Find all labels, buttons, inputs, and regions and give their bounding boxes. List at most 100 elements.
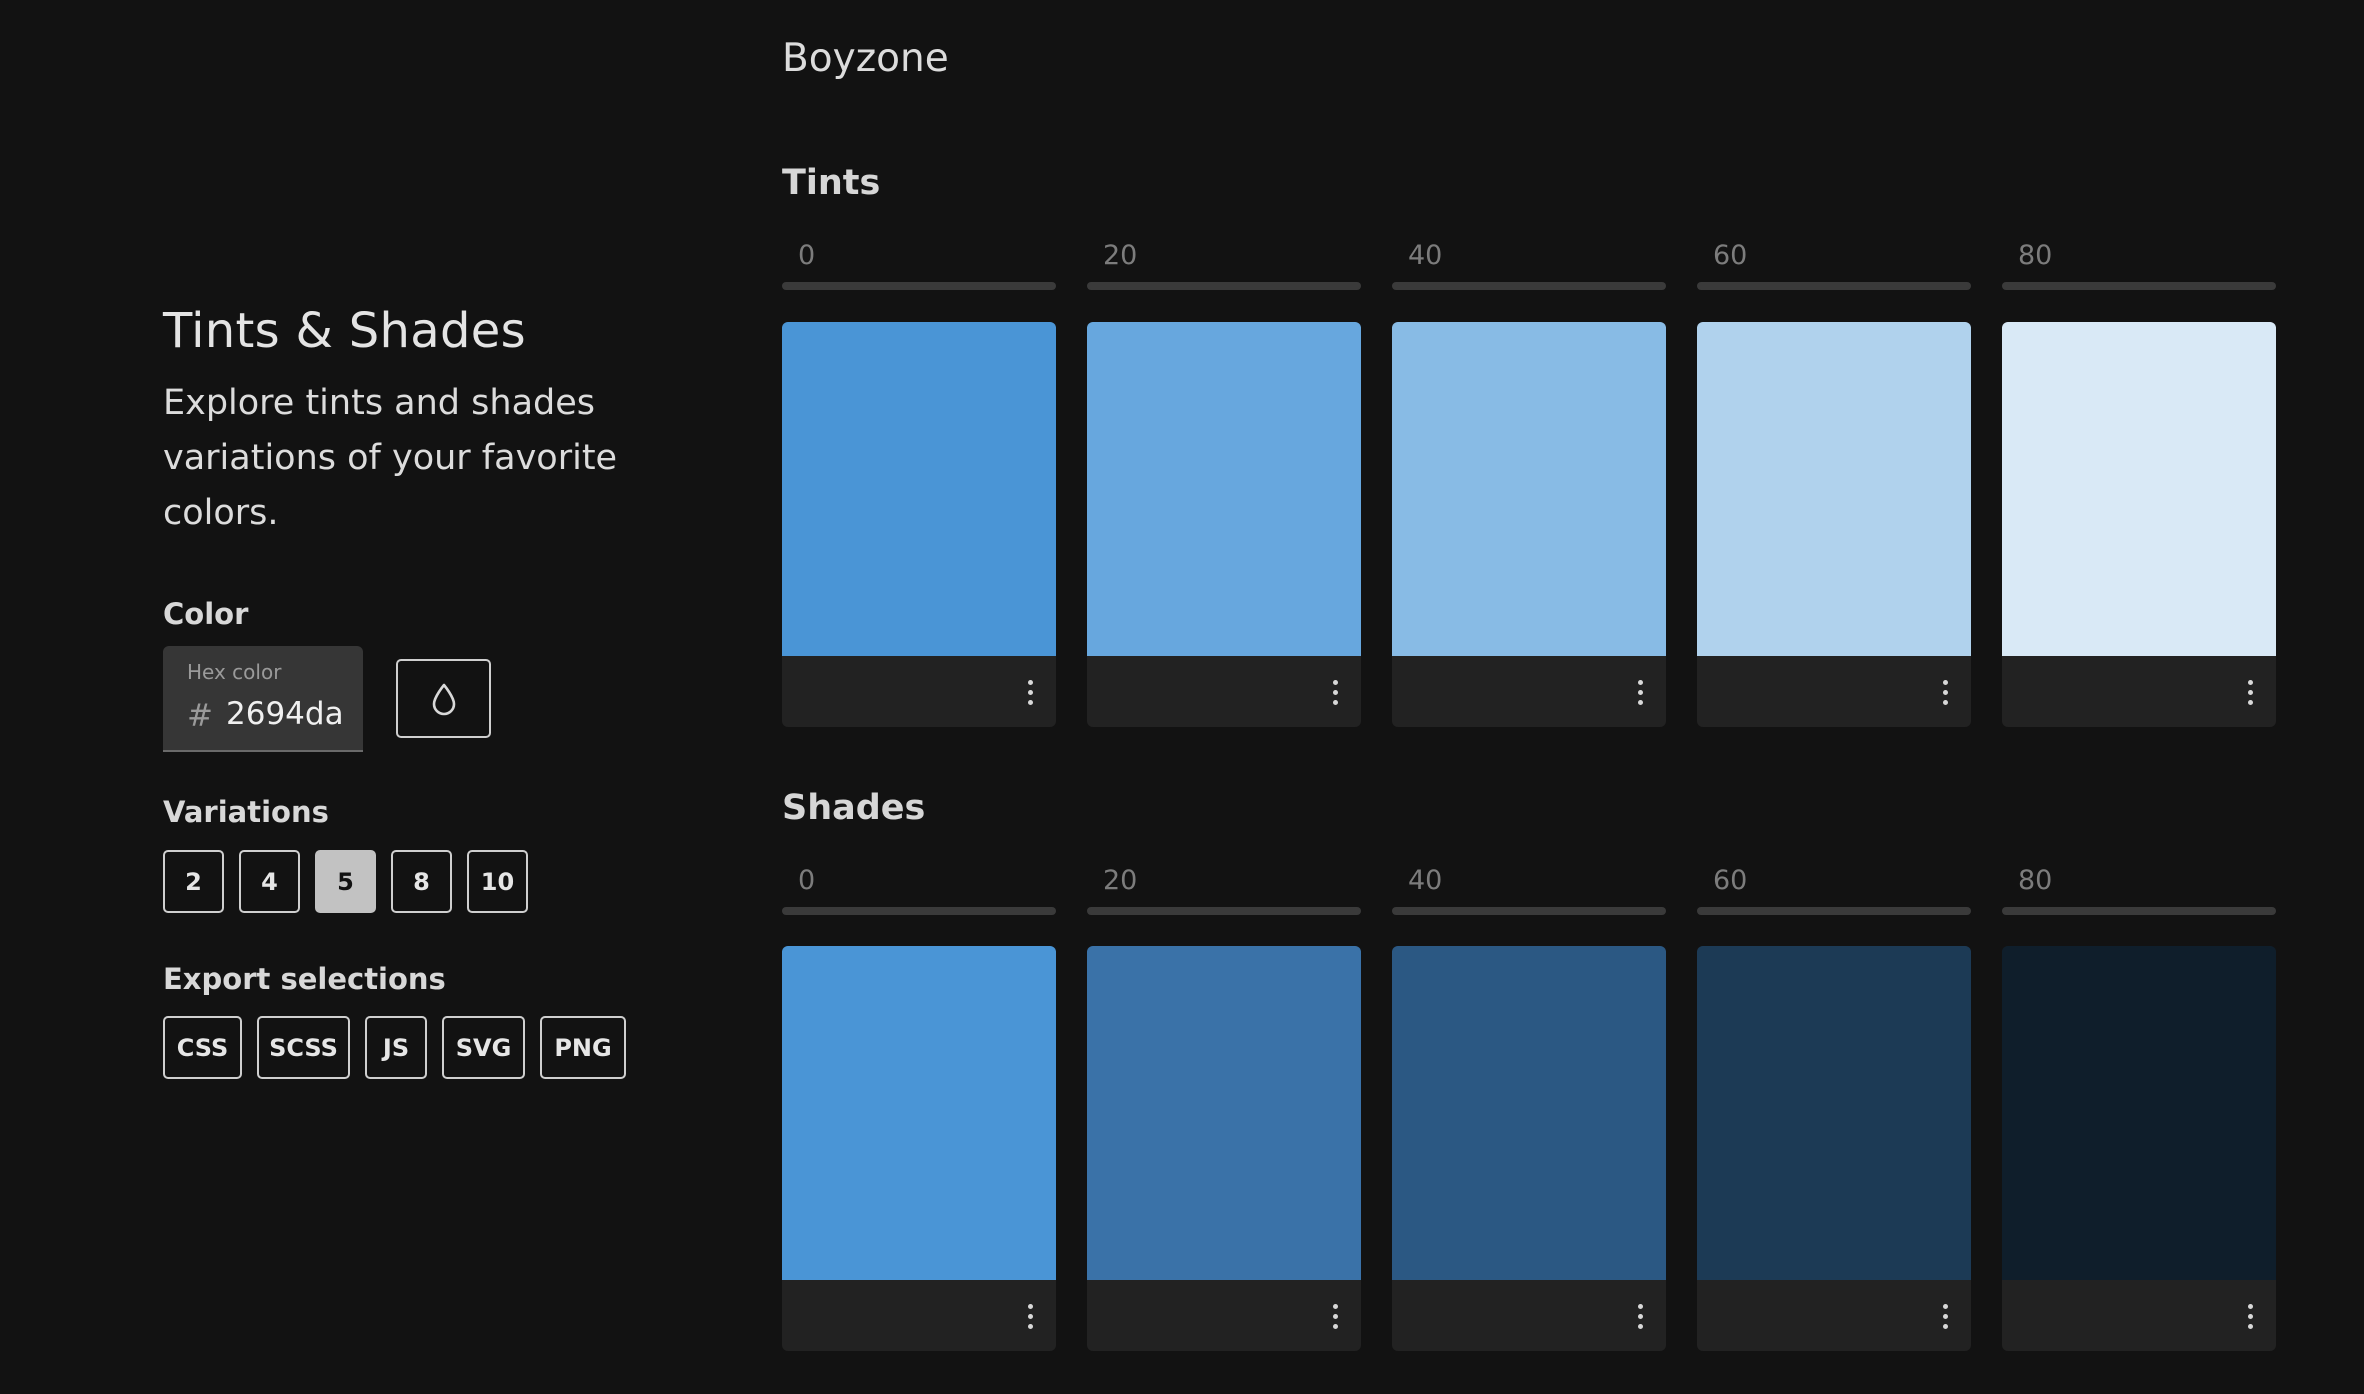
more-vertical-icon[interactable] <box>1939 1304 1951 1332</box>
step-label: 40 <box>1408 240 1443 271</box>
shades-step-20: 20 <box>1087 865 1361 915</box>
step-bar <box>1087 907 1361 915</box>
tints-title: Tints <box>782 163 881 203</box>
more-vertical-icon[interactable] <box>2244 680 2256 708</box>
swatch-color[interactable] <box>1697 946 1971 1280</box>
swatch-color[interactable] <box>1697 322 1971 656</box>
swatch-color[interactable] <box>1087 946 1361 1280</box>
more-vertical-icon[interactable] <box>1329 1304 1341 1332</box>
step-bar <box>1087 282 1361 290</box>
tint-swatch[interactable] <box>2002 322 2276 727</box>
swatch-color[interactable] <box>782 946 1056 1280</box>
hex-prefix: # <box>187 698 213 734</box>
export-button-css[interactable]: CSS <box>163 1016 242 1079</box>
more-vertical-icon[interactable] <box>1329 680 1341 708</box>
step-label: 0 <box>798 865 816 896</box>
export-button-svg[interactable]: SVG <box>442 1016 525 1079</box>
tints-step-20: 20 <box>1087 240 1361 290</box>
shades-title: Shades <box>782 788 926 828</box>
variation-chip-8[interactable]: 8 <box>391 850 452 913</box>
more-vertical-icon[interactable] <box>1939 680 1951 708</box>
tints-scale: 0 20 40 60 80 <box>782 240 2277 290</box>
tints-step-0: 0 <box>782 240 1056 290</box>
swatch-footer <box>782 656 1056 727</box>
palette-name: Boyzone <box>782 36 949 81</box>
step-label: 20 <box>1103 865 1138 896</box>
step-bar <box>1697 282 1971 290</box>
more-vertical-icon[interactable] <box>2244 1304 2256 1332</box>
more-vertical-icon[interactable] <box>1634 680 1646 708</box>
step-label: 0 <box>798 240 816 271</box>
swatch-footer <box>1697 656 1971 727</box>
swatch-color[interactable] <box>782 322 1056 656</box>
step-bar <box>782 907 1056 915</box>
droplet-icon <box>432 683 455 715</box>
tint-swatch[interactable] <box>782 322 1056 727</box>
tints-step-40: 40 <box>1392 240 1666 290</box>
step-label: 60 <box>1713 865 1748 896</box>
export-label: Export selections <box>163 962 446 996</box>
more-vertical-icon[interactable] <box>1024 1304 1036 1332</box>
export-options: CSS SCSS JS SVG PNG <box>163 1016 641 1079</box>
step-bar <box>782 282 1056 290</box>
shade-swatch[interactable] <box>2002 946 2276 1351</box>
shades-swatches <box>782 946 2277 1351</box>
color-label: Color <box>163 597 249 631</box>
shade-swatch[interactable] <box>1697 946 1971 1351</box>
swatch-color[interactable] <box>1392 322 1666 656</box>
tints-step-80: 80 <box>2002 240 2276 290</box>
swatch-footer <box>1392 1280 1666 1351</box>
swatch-color[interactable] <box>2002 322 2276 656</box>
swatch-color[interactable] <box>1087 322 1361 656</box>
shades-step-60: 60 <box>1697 865 1971 915</box>
shades-scale: 0 20 40 60 80 <box>782 865 2277 915</box>
export-button-scss[interactable]: SCSS <box>257 1016 350 1079</box>
swatch-footer <box>782 1280 1056 1351</box>
step-label: 40 <box>1408 865 1443 896</box>
shade-swatch[interactable] <box>1392 946 1666 1351</box>
more-vertical-icon[interactable] <box>1024 680 1036 708</box>
variations-label: Variations <box>163 795 329 829</box>
step-bar <box>2002 907 2276 915</box>
step-bar <box>1392 282 1666 290</box>
tints-step-60: 60 <box>1697 240 1971 290</box>
shade-swatch[interactable] <box>782 946 1056 1351</box>
more-vertical-icon[interactable] <box>1634 1304 1646 1332</box>
variation-options: 2 4 5 8 10 <box>163 850 543 913</box>
tints-swatches <box>782 322 2277 727</box>
swatch-footer <box>1697 1280 1971 1351</box>
shades-step-80: 80 <box>2002 865 2276 915</box>
swatch-footer <box>2002 656 2276 727</box>
app-description: Explore tints and shades variations of y… <box>163 383 618 533</box>
color-picker-button[interactable] <box>396 659 491 738</box>
step-bar <box>1697 907 1971 915</box>
swatch-footer <box>1087 1280 1361 1351</box>
shades-step-40: 40 <box>1392 865 1666 915</box>
hex-value[interactable]: 2694da <box>226 696 344 732</box>
swatch-color[interactable] <box>2002 946 2276 1280</box>
shades-step-0: 0 <box>782 865 1056 915</box>
shade-swatch[interactable] <box>1087 946 1361 1351</box>
tint-swatch[interactable] <box>1697 322 1971 727</box>
hex-color-input[interactable]: Hex color # 2694da <box>163 646 363 752</box>
app-title: Tints & Shades <box>163 303 526 359</box>
variation-chip-2[interactable]: 2 <box>163 850 224 913</box>
variation-chip-5[interactable]: 5 <box>315 850 376 913</box>
variation-chip-10[interactable]: 10 <box>467 850 528 913</box>
step-label: 80 <box>2018 865 2053 896</box>
variation-chip-4[interactable]: 4 <box>239 850 300 913</box>
tint-swatch[interactable] <box>1392 322 1666 727</box>
step-label: 20 <box>1103 240 1138 271</box>
swatch-footer <box>1392 656 1666 727</box>
tint-swatch[interactable] <box>1087 322 1361 727</box>
step-label: 60 <box>1713 240 1748 271</box>
step-bar <box>1392 907 1666 915</box>
swatch-footer <box>2002 1280 2276 1351</box>
hex-field-label: Hex color <box>187 660 282 684</box>
step-bar <box>2002 282 2276 290</box>
step-label: 80 <box>2018 240 2053 271</box>
swatch-color[interactable] <box>1392 946 1666 1280</box>
swatch-footer <box>1087 656 1361 727</box>
export-button-png[interactable]: PNG <box>540 1016 626 1079</box>
export-button-js[interactable]: JS <box>365 1016 427 1079</box>
